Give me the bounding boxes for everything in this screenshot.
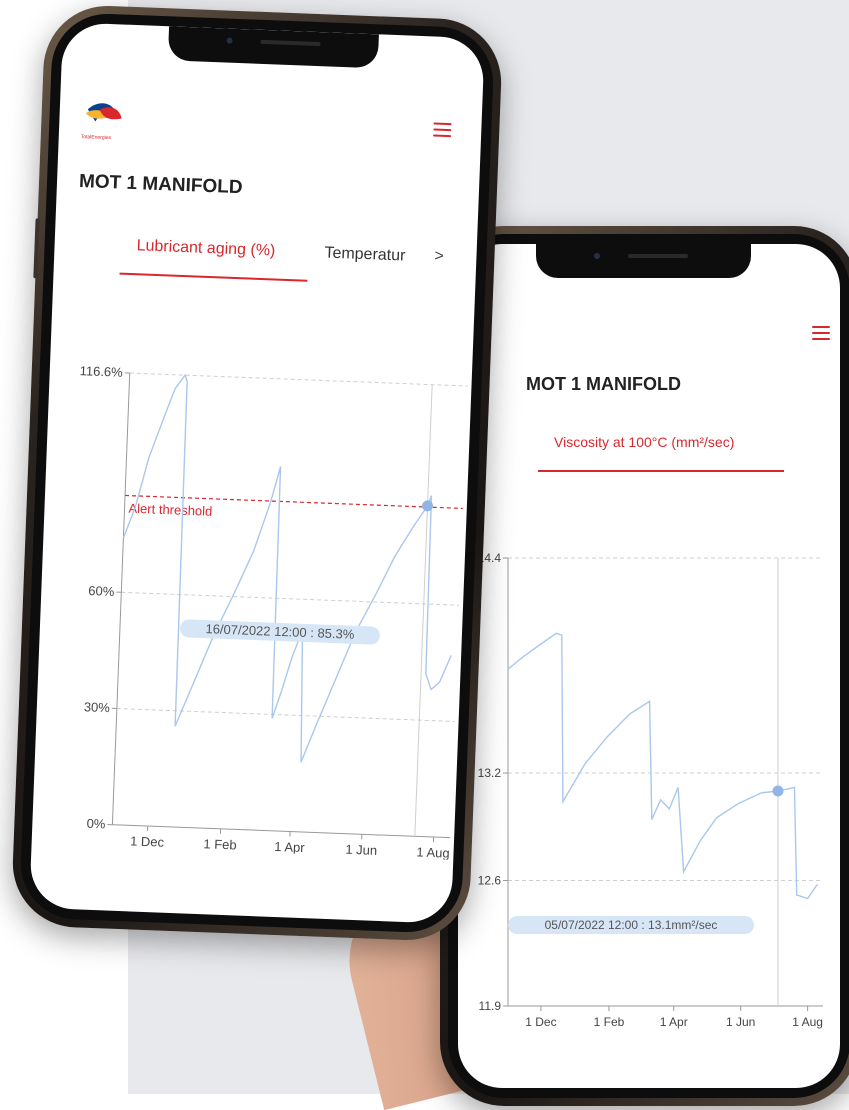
phone-left-screen: TotalEnergies MOT 1 MANIFOLD Lubricant a…	[29, 22, 485, 924]
x-tick-label: 1 Apr	[660, 1015, 688, 1029]
speaker-grille	[260, 40, 320, 46]
alert-threshold-label: Alert threshold	[128, 501, 212, 519]
x-tick-label: 1 Feb	[203, 836, 237, 852]
totalenergies-logo: TotalEnergies	[80, 95, 142, 147]
lubricant-aging-chart: 116.6% 60% 30% 0% 1 Dec 1 Feb 1 Apr 1 Jun 1 Aug A…	[32, 344, 473, 860]
tab-temperature[interactable]: Temperatur	[324, 244, 406, 265]
y-tick-label: 116.6%	[79, 363, 123, 380]
x-tick-label: 1 Aug	[416, 844, 450, 859]
series-line	[115, 373, 462, 768]
viscosity-chart: 14.413.212.611.91 Dec1 Feb1 Apr1 Jun1 Au…	[458, 544, 840, 1088]
camera-icon	[594, 253, 600, 259]
y-tick-label: 30%	[84, 699, 111, 715]
phone-left: TotalEnergies MOT 1 MANIFOLD Lubricant a…	[10, 4, 503, 943]
phone-left-notch	[168, 26, 379, 68]
menu-icon[interactable]	[433, 123, 452, 138]
phone-right: MOT 1 MANIFOLD Viscosity at 100°C (mm²/s…	[440, 226, 849, 1106]
phone-left-side-button	[33, 218, 39, 278]
menu-icon[interactable]	[812, 326, 830, 340]
x-tick-label: 1 Feb	[594, 1015, 625, 1029]
x-tick-label: 1 Dec	[525, 1015, 556, 1029]
camera-icon	[226, 38, 232, 44]
x-tick-label: 1 Jun	[345, 842, 377, 858]
gridline	[130, 373, 468, 386]
highlight-point	[773, 785, 784, 796]
series-line	[508, 633, 818, 898]
x-tick-label: 1 Dec	[130, 833, 165, 849]
totalenergies-logo-mark	[81, 95, 142, 137]
gridline	[121, 592, 459, 605]
x-tick-label: 1 Apr	[274, 839, 306, 855]
phone-right-screen: MOT 1 MANIFOLD Viscosity at 100°C (mm²/s…	[458, 244, 840, 1088]
y-tick-label: 60%	[88, 583, 115, 599]
tab-viscosity[interactable]: Viscosity at 100°C (mm²/sec)	[554, 434, 734, 450]
x-tick-label: 1 Jun	[726, 1015, 755, 1029]
phone-right-notch	[536, 244, 751, 278]
gridline	[117, 708, 455, 721]
y-tick-label: 11.9	[479, 999, 502, 1013]
y-tick-label: 0%	[86, 816, 106, 832]
tab-underline	[120, 273, 308, 282]
chevron-right-icon[interactable]: >	[434, 248, 444, 266]
y-axis	[112, 373, 129, 825]
tooltip-text: 05/07/2022 12:00 : 13.1mm²/sec	[545, 918, 718, 932]
page-title: MOT 1 MANIFOLD	[79, 171, 243, 199]
crosshair-line	[415, 385, 432, 837]
y-tick-label: 13.2	[478, 766, 502, 780]
tab-lubricant-aging[interactable]: Lubricant aging (%)	[136, 237, 275, 260]
y-tick-label: 12.6	[478, 874, 502, 888]
page-title: MOT 1 MANIFOLD	[526, 374, 681, 395]
x-tick-label: 1 Aug	[792, 1015, 823, 1029]
tab-underline	[538, 470, 784, 472]
speaker-grille	[628, 254, 688, 258]
